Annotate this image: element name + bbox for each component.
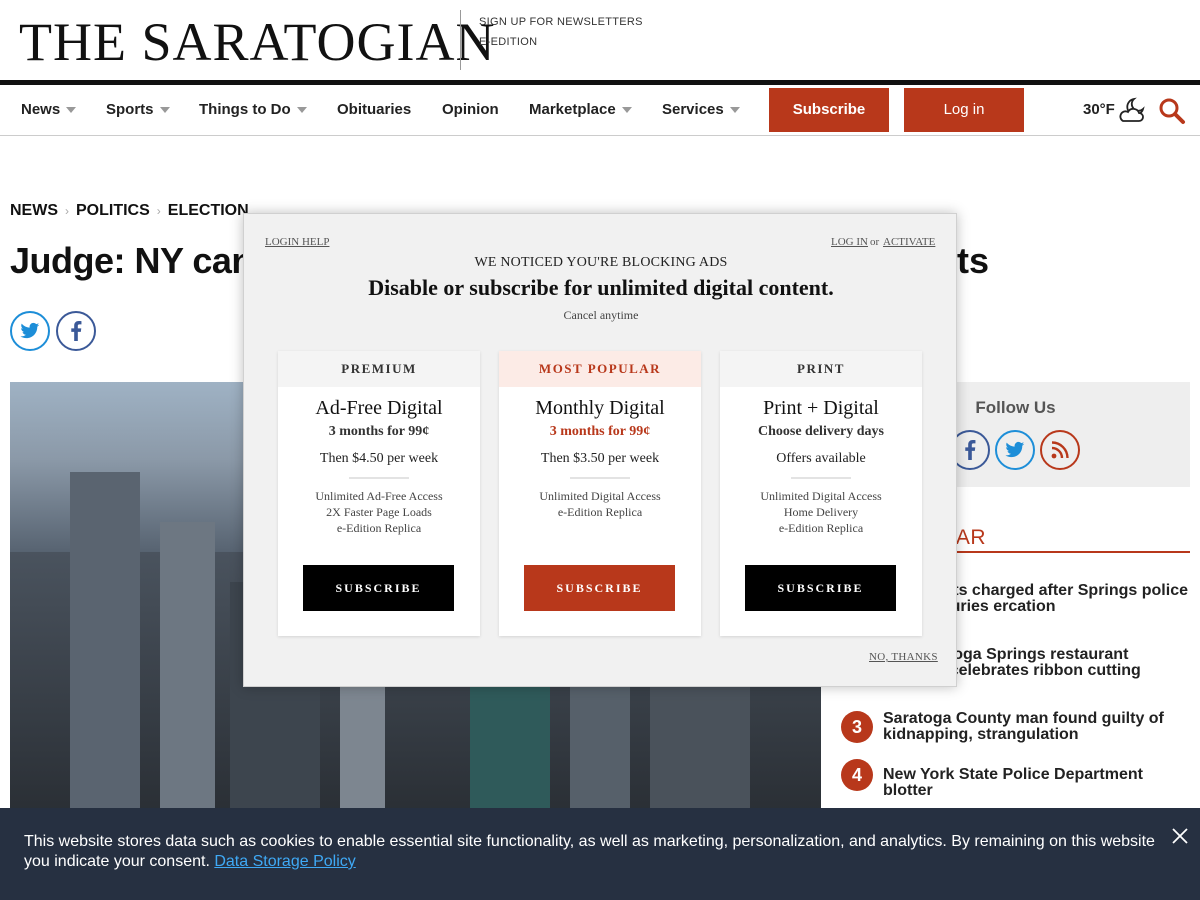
nav-services-label: Services [662,101,724,118]
chevron-right-icon: › [65,204,69,218]
plan-card-print: PRINT Print + Digital Choose delivery da… [720,351,922,636]
breadcrumb-election[interactable]: ELECTION [168,202,249,219]
nav-sports[interactable]: Sports [106,85,170,135]
plan-feature: Unlimited Ad-Free Access [315,489,443,503]
plan-feature: 2X Faster Page Loads [326,505,432,519]
nav-marketplace-label: Marketplace [529,101,616,118]
cookie-banner: This website stores data such as cookies… [0,808,1200,900]
weather-temp[interactable]: 30°F [1083,85,1115,135]
nav-news-label: News [21,101,61,118]
subscribe-button[interactable]: Subscribe [769,88,889,132]
nav-obituaries[interactable]: Obituaries [337,85,411,135]
partly-cloudy-night-icon[interactable] [1117,95,1147,125]
plan-feature: e-Edition Replica [557,505,643,519]
twitter-icon [1005,441,1025,458]
newsletter-link[interactable]: SIGN UP FOR NEWSLETTERS [479,12,643,32]
plan-feature: e-Edition Replica [336,521,422,535]
popular-item-text: Saratoga County man found guilty of kidn… [883,710,1164,743]
subscribe-monthly-button[interactable]: SUBSCRIBE [524,565,675,611]
article-headline: Judge: NY can [10,240,253,281]
skyscraper-shape [70,472,140,812]
plan-card-premium: PREMIUM Ad-Free Digital 3 months for 99¢… [278,351,480,636]
share-facebook-button[interactable] [56,311,96,351]
follow-twitter-button[interactable] [995,430,1035,470]
plan-tag: PRINT [720,351,922,387]
breadcrumb-politics[interactable]: POLITICS [76,202,150,219]
plan-name: Monthly Digital [535,397,665,419]
subscribe-print-button[interactable]: SUBSCRIBE [745,565,896,611]
plan-price: Then $3.50 per week [540,451,660,466]
no-thanks-link[interactable]: NO, THANKS [869,651,938,663]
subscribe-premium-button[interactable]: SUBSCRIBE [303,565,454,611]
plan-feature: Home Delivery [783,505,859,519]
modal-cancel-note: Cancel anytime [563,308,639,322]
follow-rss-button[interactable] [1040,430,1080,470]
article-headline-end: ts [957,240,990,281]
logo-divider [460,10,461,70]
modal-login-link[interactable]: LOG IN [831,236,868,248]
plan-feature: e-Edition Replica [778,521,864,535]
e-edition-link[interactable]: E-EDITION [479,32,643,52]
nav-services[interactable]: Services [662,85,740,135]
facebook-icon [965,440,976,460]
login-help-link[interactable]: LOGIN HELP [265,236,329,248]
nav-things-label: Things to Do [199,101,291,118]
top-links: SIGN UP FOR NEWSLETTERS E-EDITION [479,12,643,52]
popular-item-4[interactable]: 4 New York State Police Department blott… [841,759,1190,799]
rank-badge: 4 [841,759,873,791]
facebook-icon [71,321,82,341]
nav-marketplace[interactable]: Marketplace [529,85,632,135]
adblock-modal: LOGIN HELP LOG IN or ACTIVATE WE NOTICED… [243,213,957,687]
masthead: THE SARATOGIAN SIGN UP FOR NEWSLETTERS E… [0,0,1200,80]
rank-badge: 3 [841,711,873,743]
plan-offer: Choose delivery days [758,424,884,439]
plan-tag: MOST POPULAR [499,351,701,387]
plan-name: Ad-Free Digital [315,397,443,419]
cookie-text: This website stores data such as cookies… [24,833,1155,870]
breadcrumb-news[interactable]: NEWS [10,202,58,219]
popular-item-text: New York State Police Department blotter [883,766,1143,799]
close-icon[interactable] [1170,826,1190,846]
plan-offer: 3 months for 99¢ [328,424,430,439]
twitter-icon [20,322,40,339]
plan-feature: Unlimited Digital Access [760,489,882,503]
chevron-down-icon [159,107,170,114]
nav-news[interactable]: News [21,85,77,135]
chevron-down-icon [621,107,632,114]
login-button[interactable]: Log in [904,88,1024,132]
modal-notice: WE NOTICED YOU'RE BLOCKING ADS [474,255,728,270]
data-storage-policy-link[interactable]: Data Storage Policy [214,853,355,870]
plan-divider [570,477,630,479]
chevron-down-icon [296,107,307,114]
nav-sports-label: Sports [106,101,154,118]
site-logo[interactable]: THE SARATOGIAN [19,14,496,70]
plan-offer: 3 months for 99¢ [549,424,651,439]
plan-tag: PREMIUM [278,351,480,387]
modal-headline: Disable or subscribe for unlimited digit… [368,275,834,300]
plan-divider [349,477,409,479]
nav-things-to-do[interactable]: Things to Do [199,85,307,135]
breadcrumb: NEWS › POLITICS › ELECTION [10,202,249,220]
chevron-down-icon [729,107,740,114]
popular-item-3[interactable]: 3 Saratoga County man found guilty of ki… [841,711,1190,747]
plan-price: Offers available [776,451,866,466]
chevron-right-icon: › [156,204,161,218]
plan-feature: Unlimited Digital Access [539,489,661,503]
activate-link[interactable]: ACTIVATE [883,236,935,248]
skyscraper-shape [160,522,215,812]
main-nav: News Sports Things to Do Obituaries Opin… [0,85,1200,136]
search-icon[interactable] [1158,97,1186,125]
nav-opinion[interactable]: Opinion [442,85,499,135]
plan-divider [791,477,851,479]
share-twitter-button[interactable] [10,311,50,351]
modal-or-text: or [870,236,880,248]
plan-name: Print + Digital [763,397,879,419]
plan-card-monthly: MOST POPULAR Monthly Digital 3 months fo… [499,351,701,636]
chevron-down-icon [66,107,77,114]
cookie-message: This website stores data such as cookies… [24,832,1164,872]
rss-icon [1051,441,1069,459]
plan-price: Then $4.50 per week [319,451,439,466]
